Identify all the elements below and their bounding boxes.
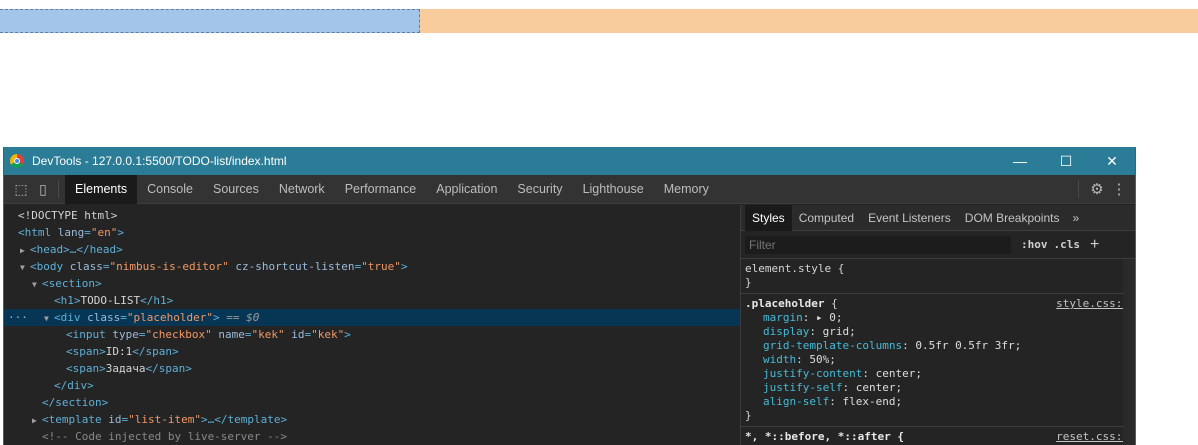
expand-triangle-icon[interactable]: ▶ [32,412,42,429]
dom-node-section-close[interactable]: </section> [4,394,740,411]
reset-source-link[interactable]: reset.css:4 [1056,430,1129,444]
tab-lighthouse[interactable]: Lighthouse [573,175,654,204]
dom-node-span-id[interactable]: <span>ID:1</span> [4,343,740,360]
collapse-triangle-icon[interactable]: ▼ [44,310,54,327]
minimize-button[interactable]: — [997,147,1043,175]
styles-filter-row: :hov .cls + [741,231,1135,259]
close-button[interactable]: ✕ [1089,147,1135,175]
tab-application[interactable]: Application [426,175,507,204]
tab-console[interactable]: Console [137,175,203,204]
title-bar: DevTools - 127.0.0.1:5500/TODO-list/inde… [4,147,1135,175]
inspect-element-icon[interactable]: ⬚ [10,179,32,199]
expand-triangle-icon[interactable]: ▶ [20,242,30,259]
panel-tabbar: ⬚ ▯ Elements Console Sources Network Per… [4,174,1135,204]
dom-node-template[interactable]: ▶ <template id="list-item">…</template> [4,411,740,428]
element-style-rule[interactable]: element.style { } [741,259,1135,294]
reset-rule[interactable]: *, *::before, *::after {reset.css:4 [741,427,1135,445]
more-tabs-icon[interactable]: » [1066,211,1079,225]
css-property[interactable]: justify-self: center; [745,381,1129,395]
dom-node-input[interactable]: <input type="checkbox" name="kek" id="ke… [4,326,740,343]
tab-network[interactable]: Network [269,175,335,204]
css-property[interactable]: justify-content: center; [745,367,1129,381]
tab-sources[interactable]: Sources [203,175,269,204]
collapse-triangle-icon[interactable]: ▼ [20,259,30,276]
hover-state-toggle[interactable]: :hov [1021,238,1048,251]
tab-styles[interactable]: Styles [745,204,792,231]
dom-node-div-selected[interactable]: ··· ▼ <div class="placeholder"> == $0 [4,309,740,326]
placeholder-rule[interactable]: .placeholder {style.css:8 margin: ▸ 0; d… [741,294,1135,427]
grid-highlight-column [0,9,420,33]
dom-node-comment[interactable]: <!-- Code injected by live-server --> [4,428,740,445]
tab-computed[interactable]: Computed [792,205,861,231]
css-property[interactable]: display: grid; [745,325,1129,339]
maximize-button[interactable]: ☐ [1043,147,1089,175]
tab-security[interactable]: Security [507,175,572,204]
dom-node-head[interactable]: ▶ <head>…</head> [4,241,740,258]
dom-node-html[interactable]: <html lang="en"> [4,224,740,241]
elements-tree: <!DOCTYPE html> <html lang="en"> ▶ <head>… [4,205,740,445]
collapse-triangle-icon[interactable]: ▼ [32,276,42,293]
grid-highlight-margin [420,9,1198,33]
styles-tabbar: Styles Computed Event Listeners DOM Brea… [741,204,1135,231]
page-preview [0,0,1198,145]
styles-filter-input[interactable] [745,235,1011,254]
css-property[interactable]: grid-template-columns: 0.5fr 0.5fr 3fr; [745,339,1129,353]
dom-node-body[interactable]: ▼ <body class="nimbus-is-editor" cz-short… [4,258,740,275]
tab-memory[interactable]: Memory [654,175,719,204]
class-toggle[interactable]: .cls [1054,238,1081,251]
dom-node-section[interactable]: ▼ <section> [4,275,740,292]
gear-icon[interactable]: ⚙ [1085,180,1109,198]
dom-node-doctype[interactable]: <!DOCTYPE html> [4,207,740,224]
css-property[interactable]: align-self: flex-end; [745,395,1129,409]
tab-dom-breakpoints[interactable]: DOM Breakpoints [958,205,1067,231]
more-actions-icon[interactable]: ··· [8,309,28,326]
tab-elements[interactable]: Elements [65,174,138,204]
toolbar-divider [58,180,59,198]
tab-event-listeners[interactable]: Event Listeners [861,205,958,231]
chrome-icon [10,154,24,168]
styles-sidebar: Styles Computed Event Listeners DOM Brea… [740,204,1135,445]
styles-scrollbar[interactable] [1123,259,1135,445]
more-options-icon[interactable]: ⋮ [1109,180,1129,198]
toolbar-divider [1078,180,1079,198]
window-title: DevTools - 127.0.0.1:5500/TODO-list/inde… [32,154,287,168]
style-source-link[interactable]: style.css:8 [1056,297,1129,311]
dom-node-span-task[interactable]: <span>Задача</span> [4,360,740,377]
css-property[interactable]: width: 50%; [745,353,1129,367]
device-toolbar-icon[interactable]: ▯ [32,179,54,199]
css-property[interactable]: margin: ▸ 0; [745,311,1129,325]
tab-performance[interactable]: Performance [335,175,427,204]
new-rule-icon[interactable]: + [1090,236,1099,254]
devtools-window: DevTools - 127.0.0.1:5500/TODO-list/inde… [3,147,1136,445]
dom-node-h1[interactable]: <h1>TODO-LIST</h1> [4,292,740,309]
dom-node-div-close[interactable]: </div> [4,377,740,394]
